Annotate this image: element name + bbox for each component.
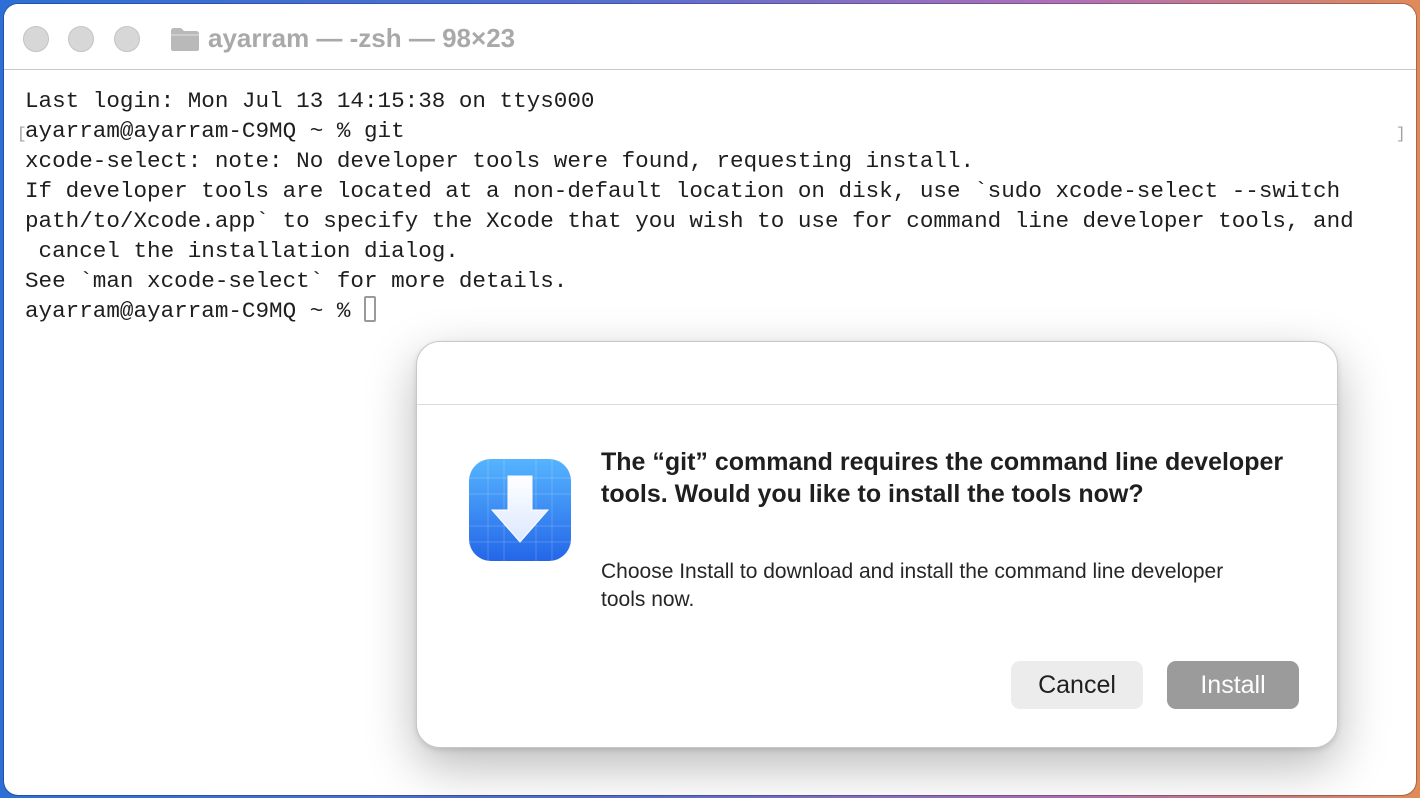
terminal-line: See `man xcode-select` for more details. [25, 268, 568, 294]
terminal-line: ayarram@ayarram-C9MQ ~ % git [25, 118, 405, 144]
text-cursor [363, 296, 376, 323]
cancel-button[interactable]: Cancel [1011, 661, 1143, 709]
install-button[interactable]: Install [1167, 661, 1299, 709]
install-tools-dialog: The “git” command requires the command l… [416, 341, 1338, 748]
dialog-title: The “git” command requires the command l… [601, 448, 1284, 508]
terminal-line: xcode-select: note: No developer tools w… [25, 148, 975, 174]
folder-icon [171, 28, 199, 51]
title-bar[interactable]: ayarram — -zsh — 98×23 [4, 4, 1416, 70]
close-window-button[interactable] [23, 26, 49, 52]
dialog-message: Choose Install to download and install t… [601, 560, 1224, 611]
terminal-line: path/to/Xcode.app` to specify the Xcode … [25, 208, 1354, 234]
terminal-output[interactable]: Last login: Mon Jul 13 14:15:38 on ttys0… [25, 86, 1405, 326]
window-title: ayarram — -zsh — 98×23 [208, 23, 516, 53]
prompt-line[interactable]: ayarram@ayarram-C9MQ ~ % [25, 296, 1405, 326]
prompt-text: ayarram@ayarram-C9MQ ~ % [25, 298, 364, 324]
dialog-divider [417, 404, 1337, 405]
terminal-line: If developer tools are located at a non-… [25, 178, 1341, 204]
minimize-window-button[interactable] [68, 26, 94, 52]
download-arrow-icon [469, 459, 571, 561]
zoom-window-button[interactable] [114, 26, 140, 52]
terminal-line: Last login: Mon Jul 13 14:15:38 on ttys0… [25, 88, 595, 114]
terminal-line: cancel the installation dialog. [25, 238, 459, 264]
